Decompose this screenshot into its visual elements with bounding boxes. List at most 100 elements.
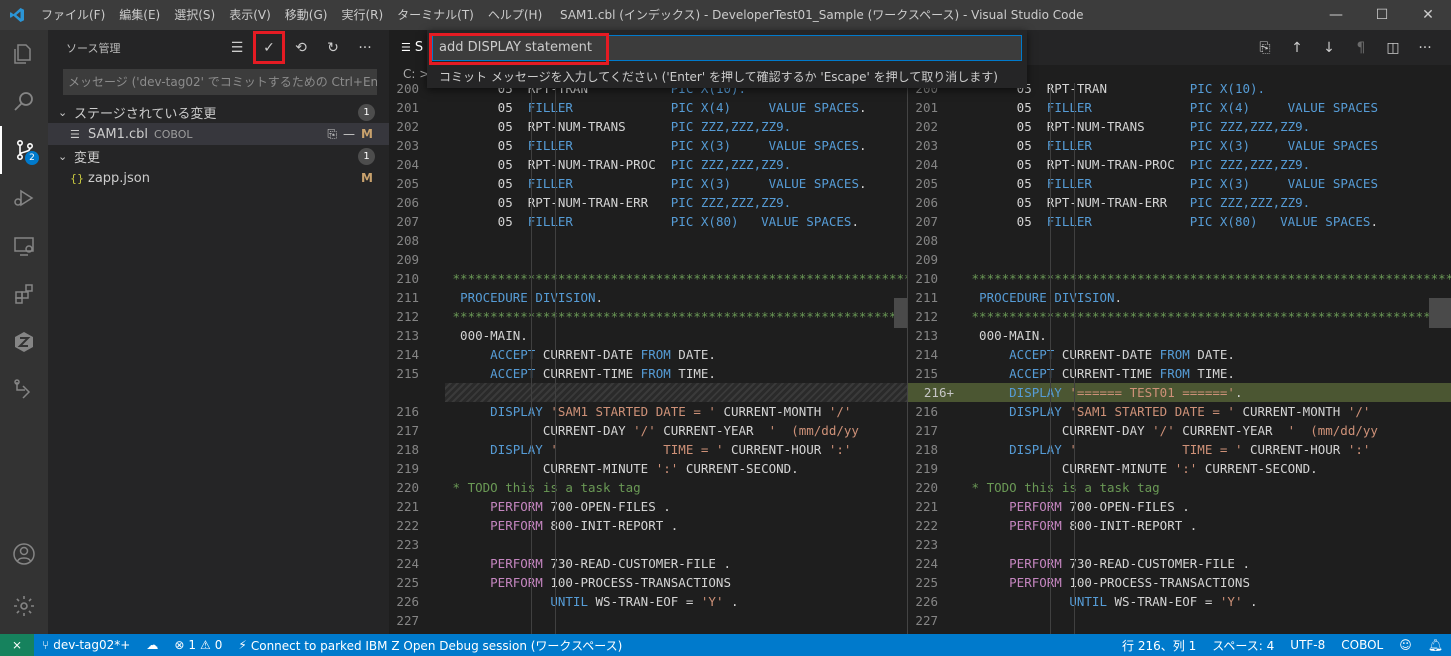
- maximize-icon[interactable]: ☐: [1359, 0, 1405, 30]
- code-line[interactable]: 224 PERFORM 730-READ-CUSTOMER-FILE .: [908, 554, 1451, 573]
- code-line[interactable]: 204 05 RPT-NUM-TRAN-PROC PIC ZZZ,ZZZ,ZZ9…: [908, 155, 1451, 174]
- code-line[interactable]: 206 05 RPT-NUM-TRAN-ERR PIC ZZZ,ZZZ,ZZ9.: [389, 193, 907, 212]
- diff-right-pane[interactable]: 200 05 RPT-TRAN PIC X(10). 201 05 FILLER …: [908, 83, 1451, 634]
- scrollbar-thumb[interactable]: [1429, 298, 1451, 328]
- code-line[interactable]: 217 CURRENT-DAY '/' CURRENT-YEAR ' (mm/d…: [389, 421, 907, 440]
- code-line[interactable]: 223: [389, 535, 907, 554]
- code-line[interactable]: [445, 383, 907, 402]
- changes-group[interactable]: ⌄ 変更 1: [48, 145, 389, 167]
- code-line[interactable]: 211 PROCEDURE DIVISION.: [389, 288, 907, 307]
- code-line[interactable]: 216 DISPLAY 'SAM1 STARTED DATE = ' CURRE…: [908, 402, 1451, 421]
- code-line[interactable]: 212 ************************************…: [908, 307, 1451, 326]
- code-line[interactable]: 212 ************************************…: [389, 307, 907, 326]
- code-line[interactable]: 210 ************************************…: [908, 269, 1451, 288]
- code-line[interactable]: 209: [389, 250, 907, 269]
- code-line[interactable]: 226 UNTIL WS-TRAN-EOF = 'Y' .: [389, 592, 907, 611]
- code-line[interactable]: 216 DISPLAY 'SAM1 STARTED DATE = ' CURRE…: [389, 402, 907, 421]
- menu-view[interactable]: 表示(V): [222, 0, 278, 30]
- debug-session-item[interactable]: ⚡ Connect to parked IBM Z Open Debug ses…: [230, 637, 630, 654]
- menu-help[interactable]: ヘルプ(H): [481, 0, 549, 30]
- feedback-icon[interactable]: ☺: [1391, 638, 1420, 652]
- split-editor-icon[interactable]: ◫: [1377, 40, 1409, 56]
- language-mode[interactable]: COBOL: [1333, 638, 1391, 652]
- search-icon[interactable]: [0, 78, 48, 126]
- code-line[interactable]: 219 CURRENT-MINUTE ':' CURRENT-SECOND.: [389, 459, 907, 478]
- branch-indicator[interactable]: ⑂ dev-tag02*+: [34, 638, 138, 652]
- code-line[interactable]: 221 PERFORM 700-OPEN-FILES .: [908, 497, 1451, 516]
- encoding[interactable]: UTF-8: [1282, 638, 1333, 652]
- code-line[interactable]: 226 UNTIL WS-TRAN-EOF = 'Y' .: [908, 592, 1451, 611]
- open-file-icon[interactable]: ⎘: [1249, 40, 1281, 56]
- menu-go[interactable]: 移動(G): [278, 0, 335, 30]
- code-line[interactable]: 225 PERFORM 100-PROCESS-TRANSACTIONS: [908, 573, 1451, 592]
- code-line[interactable]: 206 05 RPT-NUM-TRAN-ERR PIC ZZZ,ZZZ,ZZ9.: [908, 193, 1451, 212]
- zopen-editor-icon[interactable]: [0, 366, 48, 414]
- code-line[interactable]: 222 PERFORM 800-INIT-REPORT .: [389, 516, 907, 535]
- next-change-icon[interactable]: ↓: [1313, 40, 1345, 56]
- code-line[interactable]: 201 05 FILLER PIC X(4) VALUE SPACES: [908, 98, 1451, 117]
- code-line[interactable]: 213 000-MAIN.: [389, 326, 907, 345]
- extensions-icon[interactable]: [0, 270, 48, 318]
- explorer-icon[interactable]: [0, 30, 48, 78]
- run-debug-icon[interactable]: [0, 174, 48, 222]
- code-line[interactable]: 225 PERFORM 100-PROCESS-TRANSACTIONS: [389, 573, 907, 592]
- menu-run[interactable]: 実行(R): [334, 0, 390, 30]
- code-line[interactable]: 227: [389, 611, 907, 630]
- tab-sam1-diff[interactable]: ☰ S: [389, 30, 429, 65]
- code-line[interactable]: 218 DISPLAY ' TIME = ' CURRENT-HOUR ':': [389, 440, 907, 459]
- staged-file-row[interactable]: ☰ SAM1.cbl COBOL ⎘ — M: [48, 123, 389, 145]
- code-line[interactable]: 214 ACCEPT CURRENT-DATE FROM DATE.: [389, 345, 907, 364]
- code-line[interactable]: 204 05 RPT-NUM-TRAN-PROC PIC ZZZ,ZZZ,ZZ9…: [389, 155, 907, 174]
- indentation[interactable]: スペース: 4: [1204, 637, 1282, 654]
- code-line[interactable]: 210 ************************************…: [389, 269, 907, 288]
- settings-gear-icon[interactable]: [0, 582, 48, 630]
- refresh-icon[interactable]: ↻: [317, 31, 349, 64]
- code-line[interactable]: 224 PERFORM 730-READ-CUSTOMER-FILE .: [389, 554, 907, 573]
- code-line[interactable]: 211 PROCEDURE DIVISION.: [908, 288, 1451, 307]
- code-line[interactable]: 203 05 FILLER PIC X(3) VALUE SPACES: [908, 136, 1451, 155]
- changes-file-row[interactable]: {} zapp.json M: [48, 167, 389, 189]
- code-line[interactable]: 220 * TODO this is a task tag: [908, 478, 1451, 497]
- code-line[interactable]: 222 PERFORM 800-INIT-REPORT .: [908, 516, 1451, 535]
- open-file-icon[interactable]: ⎘: [327, 127, 337, 142]
- sync-status[interactable]: ☁: [138, 638, 166, 652]
- code-line[interactable]: 218 DISPLAY ' TIME = ' CURRENT-HOUR ':': [908, 440, 1451, 459]
- commit-message-quick-input[interactable]: add DISPLAY statement: [429, 33, 1022, 65]
- show-whitespace-icon[interactable]: ¶: [1345, 40, 1377, 56]
- code-line[interactable]: 201 05 FILLER PIC X(4) VALUE SPACES.: [389, 98, 907, 117]
- cursor-position[interactable]: 行 216、列 1: [1114, 637, 1204, 654]
- code-line[interactable]: 205 05 FILLER PIC X(3) VALUE SPACES: [908, 174, 1451, 193]
- code-line[interactable]: 227: [908, 611, 1451, 630]
- code-line[interactable]: 203 05 FILLER PIC X(3) VALUE SPACES.: [389, 136, 907, 155]
- commit-message-input[interactable]: メッセージ ('dev-tag02' でコミットするための Ctrl+Enter…: [63, 69, 377, 95]
- view-as-tree-icon[interactable]: ☰: [221, 31, 253, 64]
- history-icon[interactable]: ⟲: [285, 31, 317, 64]
- minimize-icon[interactable]: —: [1313, 0, 1359, 30]
- menu-terminal[interactable]: ターミナル(T): [390, 0, 481, 30]
- code-line[interactable]: 202 05 RPT-NUM-TRANS PIC ZZZ,ZZZ,ZZ9.: [389, 117, 907, 136]
- menu-selection[interactable]: 選択(S): [167, 0, 222, 30]
- more-actions-icon[interactable]: ···: [1409, 40, 1441, 56]
- notifications-bell-icon[interactable]: 🔔︎: [1420, 638, 1451, 652]
- code-line[interactable]: 207 05 FILLER PIC X(80) VALUE SPACES.: [908, 212, 1451, 231]
- breadcrumb[interactable]: C: >: [403, 67, 429, 81]
- code-line[interactable]: 209: [908, 250, 1451, 269]
- more-actions-icon[interactable]: ···: [349, 31, 381, 64]
- code-line[interactable]: 205 05 FILLER PIC X(3) VALUE SPACES.: [389, 174, 907, 193]
- staged-changes-group[interactable]: ⌄ ステージされている変更 1: [48, 101, 389, 123]
- code-line[interactable]: 208: [389, 231, 907, 250]
- code-line[interactable]: 214 ACCEPT CURRENT-DATE FROM DATE.: [908, 345, 1451, 364]
- remote-explorer-icon[interactable]: [0, 222, 48, 270]
- code-line[interactable]: 217 CURRENT-DAY '/' CURRENT-YEAR ' (mm/d…: [908, 421, 1451, 440]
- code-line[interactable]: 223: [908, 535, 1451, 554]
- problems-indicator[interactable]: ⊗ 1 ⚠ 0: [166, 638, 230, 652]
- scrollbar-thumb[interactable]: [894, 298, 907, 328]
- remote-indicator-icon[interactable]: ⨯: [0, 634, 34, 656]
- code-line[interactable]: 202 05 RPT-NUM-TRANS PIC ZZZ,ZZZ,ZZ9.: [908, 117, 1451, 136]
- menu-edit[interactable]: 編集(E): [112, 0, 167, 30]
- close-icon[interactable]: ✕: [1405, 0, 1451, 30]
- code-line[interactable]: 221 PERFORM 700-OPEN-FILES .: [389, 497, 907, 516]
- code-line[interactable]: 216+ DISPLAY '====== TEST01 ======'.: [908, 383, 1451, 402]
- unstage-icon[interactable]: —: [343, 127, 355, 142]
- menu-file[interactable]: ファイル(F): [34, 0, 112, 30]
